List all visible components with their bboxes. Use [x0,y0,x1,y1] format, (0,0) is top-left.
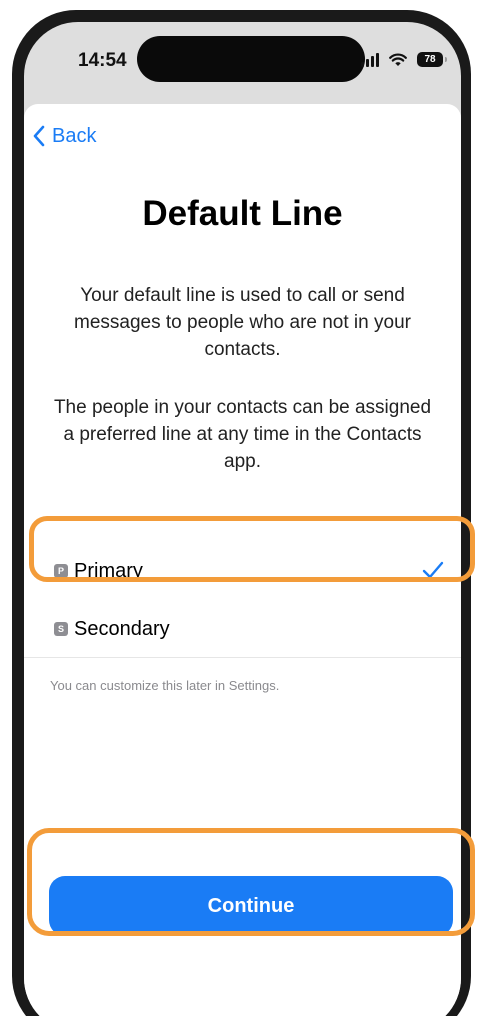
option-secondary[interactable]: S Secondary [54,606,444,652]
settings-footnote: You can customize this later in Settings… [50,678,280,693]
back-button[interactable]: Back [32,124,96,148]
status-icons: 78 [361,52,447,67]
options-divider [24,657,461,658]
description-default-line: Your default line is used to call or sen… [74,285,411,360]
back-label: Back [52,124,97,147]
page-title: Default Line [142,194,343,233]
battery-icon: 78 [417,52,447,67]
chevron-left-icon [33,125,45,147]
dynamic-island [137,36,365,82]
option-label-secondary: Secondary [74,617,170,640]
line-badge-secondary: S [54,622,68,636]
cellular-signal-icon [361,52,379,67]
wifi-icon [389,53,407,67]
highlight-primary-option [29,516,475,582]
highlight-continue-button [27,828,475,936]
description-preferred-line: The people in your contacts can be assig… [53,397,432,472]
page: 14:54 78 Back Default Line Your default … [0,0,485,1016]
status-time: 14:54 [78,50,127,71]
